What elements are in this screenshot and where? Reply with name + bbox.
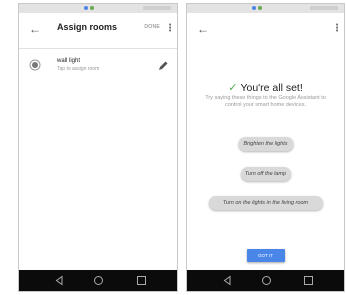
page-title: Assign rooms	[57, 22, 118, 32]
nav-recent-icon[interactable]	[136, 275, 147, 286]
status-dot	[84, 6, 88, 10]
nav-recent-icon[interactable]	[303, 275, 314, 286]
suggestion-chip[interactable]: Turn off the lamp	[240, 167, 291, 181]
nav-home-icon[interactable]	[261, 275, 272, 286]
done-button[interactable]: DONE	[144, 24, 160, 30]
lightbulb-icon	[32, 62, 38, 68]
status-icons	[251, 6, 264, 11]
arrow-back-icon[interactable]: ←	[27, 21, 43, 37]
status-bar	[19, 4, 177, 13]
device-name: wall light	[57, 58, 81, 64]
suggestion-chip[interactable]: Brighten the lights	[238, 137, 293, 151]
arrow-back-icon[interactable]: ←	[195, 21, 211, 37]
nav-back-icon[interactable]	[54, 275, 65, 286]
got-it-button[interactable]: GOT IT	[246, 249, 285, 262]
status-indicators	[310, 6, 338, 10]
app-bar: ← ⋮	[187, 13, 344, 48]
success-heading: You're all set!	[240, 81, 303, 94]
suggestion-chip[interactable]: Turn on the lights in the living room	[208, 196, 323, 210]
system-nav-bar	[187, 270, 344, 291]
app-bar: ← Assign rooms DONE ⋮	[19, 13, 177, 49]
success-heading-row: ✓ You're all set!	[187, 79, 344, 95]
all-set-screen: ← ⋮ ✓ You're all set! Try saying these th…	[186, 3, 345, 292]
check-icon: ✓	[228, 82, 238, 95]
nav-home-icon[interactable]	[93, 275, 104, 286]
more-vert-icon[interactable]: ⋮	[165, 22, 175, 36]
assign-rooms-screen: ← Assign rooms DONE ⋮ wall light Tap to …	[18, 3, 178, 292]
nav-back-icon[interactable]	[222, 275, 233, 286]
status-indicators	[143, 6, 171, 10]
status-dot	[90, 6, 94, 10]
status-dot	[257, 6, 262, 10]
assistant-description: Try saying these things to the Google As…	[205, 95, 326, 108]
device-list-item[interactable]: wall light Tap to assign room	[19, 52, 177, 80]
status-icons	[84, 6, 96, 11]
status-dot	[251, 6, 256, 10]
system-nav-bar	[19, 270, 177, 291]
status-bar	[187, 4, 344, 13]
device-subtitle: Tap to assign room	[57, 66, 100, 72]
pencil-icon[interactable]	[157, 60, 169, 72]
more-vert-icon[interactable]: ⋮	[332, 22, 342, 36]
